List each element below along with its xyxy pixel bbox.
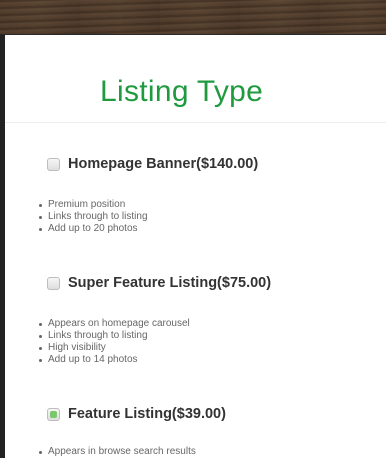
feature-item: Add up to 20 photos [39,223,148,235]
super-feature-listing-label: Super Feature Listing($75.00) [68,275,272,291]
feature-item: Add up to 14 photos [39,354,190,366]
option-homepage-banner[interactable]: Homepage Banner($140.00) [47,156,258,172]
super-feature-listing-features: Appears on homepage carousel Links throu… [39,318,190,366]
feature-item: Appears in browse search results [39,446,196,458]
option-feature-listing[interactable]: Feature Listing($39.00) [47,406,226,422]
modal-header: Listing Type [5,35,386,123]
feature-item: Appears on homepage carousel [39,318,190,330]
feature-listing-radio[interactable] [47,407,60,421]
feature-item: High visibility [39,342,190,354]
feature-item: Premium position [39,199,148,211]
homepage-banner-radio[interactable] [47,157,60,171]
feature-listing-label: Feature Listing($39.00) [68,406,226,422]
option-super-feature-listing[interactable]: Super Feature Listing($75.00) [47,275,271,291]
listing-type-modal: Listing Type Homepage Banner($140.00) Pr… [0,34,386,458]
modal-title: Listing Type [100,75,264,108]
super-feature-listing-radio[interactable] [47,276,60,290]
feature-item: Links through to listing [39,330,190,342]
feature-listing-features: Appears in browse search results [39,446,196,458]
homepage-banner-features: Premium position Links through to listin… [39,199,148,235]
homepage-banner-label: Homepage Banner($140.00) [68,156,259,172]
feature-item: Links through to listing [39,211,148,223]
